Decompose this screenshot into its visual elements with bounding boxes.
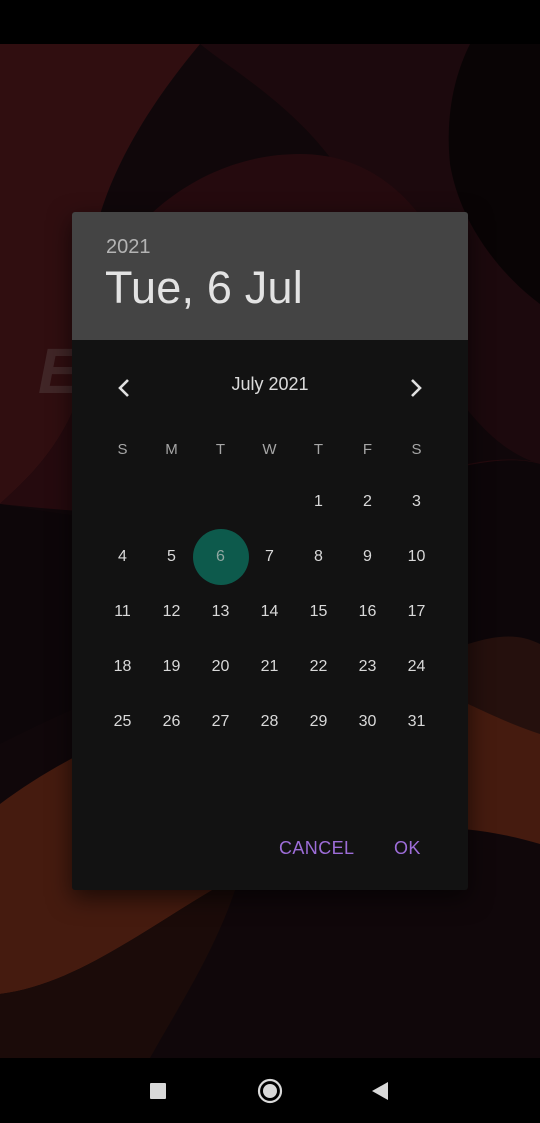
selected-date[interactable]: Tue, 6 Jul bbox=[105, 262, 303, 314]
chevron-right-icon bbox=[411, 379, 422, 397]
calendar-day-number: 28 bbox=[260, 712, 279, 730]
calendar-day[interactable]: 19 bbox=[147, 639, 196, 694]
weekday-label: S bbox=[117, 441, 128, 458]
calendar-day[interactable]: 22 bbox=[294, 639, 343, 694]
next-month-button[interactable] bbox=[396, 370, 436, 406]
selected-year[interactable]: 2021 bbox=[106, 236, 151, 259]
calendar-day[interactable]: 29 bbox=[294, 694, 343, 749]
calendar-day-number: 29 bbox=[309, 712, 328, 730]
calendar-day-selected[interactable]: 6 bbox=[196, 529, 245, 584]
calendar-day-number: 4 bbox=[118, 547, 127, 565]
calendar-day[interactable]: 30 bbox=[343, 694, 392, 749]
calendar-day[interactable]: 4 bbox=[98, 529, 147, 584]
triangle-icon bbox=[372, 1082, 388, 1100]
weekday-label: F bbox=[362, 441, 373, 458]
calendar-day-number: 26 bbox=[162, 712, 181, 730]
calendar-day[interactable]: 1 bbox=[294, 474, 343, 529]
weekday-header-row: S M T W T F S bbox=[98, 440, 441, 460]
calendar-day[interactable]: 7 bbox=[245, 529, 294, 584]
calendar-day-number: 23 bbox=[358, 657, 377, 675]
calendar-day-number: 27 bbox=[211, 712, 230, 730]
calendar-day-number: 2 bbox=[363, 492, 372, 510]
calendar-day-number: 6 bbox=[216, 547, 225, 565]
cancel-button[interactable]: CANCEL bbox=[279, 838, 354, 859]
calendar-day-number: 14 bbox=[260, 602, 279, 620]
calendar-day-number: 5 bbox=[167, 547, 176, 565]
calendar-day[interactable]: 9 bbox=[343, 529, 392, 584]
calendar-day-number: 15 bbox=[309, 602, 328, 620]
calendar-day[interactable]: 8 bbox=[294, 529, 343, 584]
calendar-day-number: 16 bbox=[358, 602, 377, 620]
calendar-empty-cell bbox=[147, 474, 196, 529]
calendar-day[interactable]: 21 bbox=[245, 639, 294, 694]
dialog-actions: CANCEL OK bbox=[72, 834, 468, 870]
weekday-label: T bbox=[215, 441, 226, 458]
calendar-day[interactable]: 28 bbox=[245, 694, 294, 749]
calendar-day[interactable]: 12 bbox=[147, 584, 196, 639]
calendar-empty-cell bbox=[245, 474, 294, 529]
calendar-day[interactable]: 3 bbox=[392, 474, 441, 529]
calendar-day[interactable]: 13 bbox=[196, 584, 245, 639]
weekday-label: S bbox=[411, 441, 422, 458]
circle-icon bbox=[257, 1078, 283, 1104]
calendar-day[interactable]: 27 bbox=[196, 694, 245, 749]
calendar-day-number: 20 bbox=[211, 657, 230, 675]
home-button[interactable] bbox=[257, 1078, 283, 1104]
calendar-day-number: 7 bbox=[265, 547, 274, 565]
calendar-day-number: 22 bbox=[309, 657, 328, 675]
back-button[interactable] bbox=[367, 1078, 393, 1104]
calendar-day[interactable]: 17 bbox=[392, 584, 441, 639]
calendar-empty-cell bbox=[196, 474, 245, 529]
calendar-day[interactable]: 10 bbox=[392, 529, 441, 584]
calendar-day-number: 18 bbox=[113, 657, 132, 675]
weekday-label: T bbox=[313, 441, 324, 458]
calendar-empty-cell bbox=[98, 474, 147, 529]
calendar-day-number: 31 bbox=[407, 712, 426, 730]
calendar-day-number: 25 bbox=[113, 712, 132, 730]
calendar-day[interactable]: 16 bbox=[343, 584, 392, 639]
calendar-day-number: 11 bbox=[114, 602, 131, 620]
weekday-label: M bbox=[165, 441, 178, 458]
calendar-day[interactable]: 15 bbox=[294, 584, 343, 639]
calendar-day-number: 1 bbox=[314, 492, 323, 510]
calendar-day[interactable]: 2 bbox=[343, 474, 392, 529]
calendar-day[interactable]: 23 bbox=[343, 639, 392, 694]
calendar-day[interactable]: 31 bbox=[392, 694, 441, 749]
ok-button[interactable]: OK bbox=[394, 838, 421, 859]
calendar-day-number: 12 bbox=[162, 602, 181, 620]
calendar-day[interactable]: 14 bbox=[245, 584, 294, 639]
calendar-day-number: 30 bbox=[358, 712, 377, 730]
calendar-day[interactable]: 20 bbox=[196, 639, 245, 694]
month-navigation: July 2021 bbox=[72, 340, 468, 432]
calendar-day-number: 21 bbox=[260, 657, 279, 675]
recent-apps-button[interactable] bbox=[145, 1078, 171, 1104]
calendar-day-number: 24 bbox=[407, 657, 426, 675]
calendar-day-grid: 1 2 3 4 5 6 7 8 9 10 11 12 13 14 15 16 17 18 19 20 21 22 23 24 2… bbox=[98, 474, 441, 749]
calendar-day-number: 13 bbox=[211, 602, 230, 620]
status-bar bbox=[0, 0, 540, 44]
date-picker-dialog: 2021 Tue, 6 Jul July 2021 S M T W T F S … bbox=[72, 212, 468, 890]
square-icon bbox=[150, 1083, 166, 1099]
calendar-day-number: 3 bbox=[412, 492, 421, 510]
calendar-day[interactable]: 25 bbox=[98, 694, 147, 749]
weekday-label: W bbox=[262, 441, 277, 458]
calendar-day[interactable]: 26 bbox=[147, 694, 196, 749]
calendar-day[interactable]: 18 bbox=[98, 639, 147, 694]
system-navigation-bar bbox=[0, 1058, 540, 1123]
calendar-day-number: 9 bbox=[363, 547, 372, 565]
calendar-day[interactable]: 5 bbox=[147, 529, 196, 584]
calendar-day-number: 10 bbox=[407, 547, 426, 565]
calendar-day-number: 8 bbox=[314, 547, 323, 565]
calendar-day-number: 17 bbox=[407, 602, 426, 620]
calendar-day[interactable]: 24 bbox=[392, 639, 441, 694]
calendar-day-number: 19 bbox=[162, 657, 181, 675]
calendar-day[interactable]: 11 bbox=[98, 584, 147, 639]
date-picker-header: 2021 Tue, 6 Jul bbox=[72, 212, 468, 340]
